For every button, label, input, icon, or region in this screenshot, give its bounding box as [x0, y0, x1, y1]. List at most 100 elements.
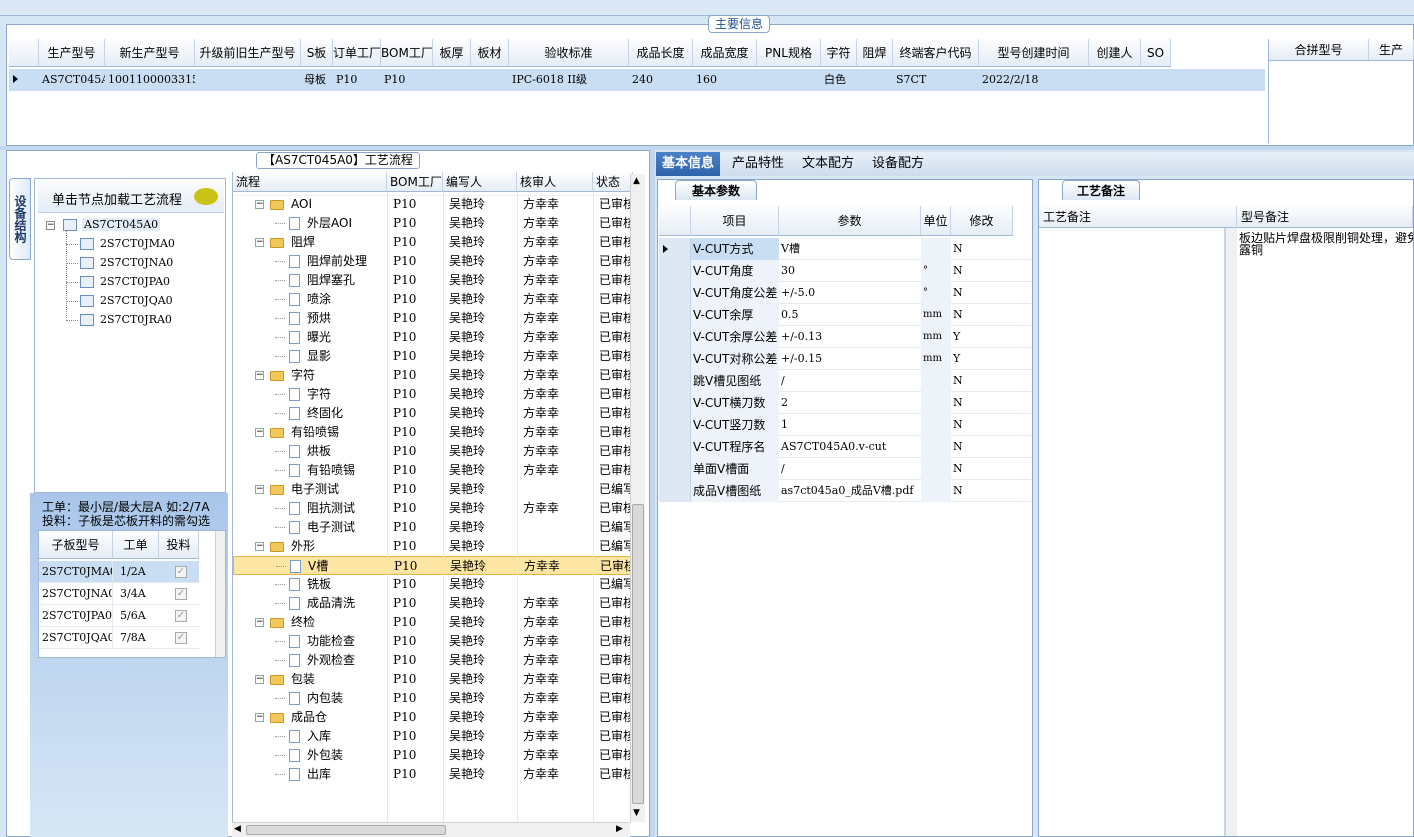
- tab-equipment-recipe[interactable]: 设备配方: [866, 152, 930, 176]
- sub-row[interactable]: 2S7CT0JPA0 5/6A ✓: [39, 605, 199, 627]
- flow-row[interactable]: − AOI P10 吴艳玲 方幸幸 已审核: [233, 195, 633, 214]
- main-cell[interactable]: [471, 69, 509, 91]
- param-row[interactable]: V-CUT方式 V槽 N: [659, 238, 1031, 260]
- basic-params-title[interactable]: 基本参数: [675, 180, 757, 200]
- param-modify[interactable]: N: [951, 282, 1013, 304]
- flow-row[interactable]: 有铅喷锡 P10 吴艳玲 方幸幸 已审核: [233, 461, 633, 480]
- param-col-header[interactable]: 单位: [921, 206, 951, 236]
- main-col-header[interactable]: 字符: [821, 39, 857, 67]
- flow-col-header[interactable]: 核审人: [517, 172, 593, 192]
- splitter-horizontal[interactable]: [0, 146, 1414, 150]
- expand-icon[interactable]: −: [255, 618, 264, 627]
- hscroll-thumb[interactable]: [246, 825, 446, 835]
- sub-row[interactable]: 2S7CT0JQA0 7/8A ✓: [39, 627, 199, 649]
- scroll-left-icon[interactable]: ◀: [234, 824, 241, 834]
- flow-col-header[interactable]: 状态: [593, 172, 633, 192]
- tab-basic-info[interactable]: 基本信息: [656, 152, 721, 176]
- tree-child-node[interactable]: 2S7CT0JNA0: [66, 255, 216, 273]
- flow-row[interactable]: 功能检查 P10 吴艳玲 方幸幸 已审核: [233, 632, 633, 651]
- param-value[interactable]: /: [779, 370, 921, 392]
- param-value[interactable]: +/-5.0: [779, 282, 921, 304]
- sub-cell-model[interactable]: 2S7CT0JPA0: [39, 605, 113, 627]
- param-value[interactable]: 1: [779, 414, 921, 436]
- flow-row[interactable]: 预烘 P10 吴艳玲 方幸幸 已审核: [233, 309, 633, 328]
- flow-row[interactable]: 阻焊塞孔 P10 吴艳玲 方幸幸 已审核: [233, 271, 633, 290]
- flow-col-header[interactable]: 编写人: [443, 172, 517, 192]
- main-col-header[interactable]: 板厚: [433, 39, 471, 67]
- scroll-thumb[interactable]: [632, 504, 644, 804]
- main-cell[interactable]: S7CT: [893, 69, 979, 91]
- flow-row[interactable]: − 包装 P10 吴艳玲 方幸幸 已审核: [233, 670, 633, 689]
- param-row[interactable]: 成品V槽图纸 as7ct045a0_成品V槽.pdf N: [659, 480, 1031, 502]
- param-row[interactable]: V-CUT余厚公差 +/-0.13 mm Y: [659, 326, 1031, 348]
- checkbox-checked-icon[interactable]: ✓: [175, 588, 187, 600]
- sub-cell-order[interactable]: 7/8A: [117, 627, 161, 649]
- sub-col-header[interactable]: 工单: [113, 531, 159, 559]
- param-value[interactable]: /: [779, 458, 921, 480]
- process-note-area[interactable]: [1039, 228, 1225, 836]
- param-row[interactable]: 跳V槽见图纸 / N: [659, 370, 1031, 392]
- checkbox-checked-icon[interactable]: ✓: [175, 566, 187, 578]
- tree-child-node[interactable]: 2S7CT0JRA0: [66, 312, 216, 330]
- main-col-header[interactable]: BOM工厂: [381, 39, 433, 67]
- tree-child-node[interactable]: 2S7CT0JQA0: [66, 293, 216, 311]
- sub-cell-model[interactable]: 2S7CT0JQA0: [39, 627, 113, 649]
- checkbox-checked-icon[interactable]: ✓: [175, 610, 187, 622]
- param-modify[interactable]: N: [951, 480, 1013, 502]
- sub-cell-model[interactable]: 2S7CT0JMA0: [39, 561, 113, 583]
- flow-row[interactable]: − 外形 P10 吴艳玲 已编写: [233, 537, 633, 556]
- scroll-down-icon[interactable]: ▼: [633, 808, 640, 818]
- expand-icon[interactable]: −: [255, 542, 264, 551]
- param-value[interactable]: 30: [779, 260, 921, 282]
- param-row[interactable]: V-CUT对称公差 +/-0.15 mm Y: [659, 348, 1031, 370]
- main-cell[interactable]: [433, 69, 471, 91]
- tab-product-features[interactable]: 产品特性: [726, 152, 790, 176]
- flow-row[interactable]: 入库 P10 吴艳玲 方幸幸 已审核: [233, 727, 633, 746]
- flow-row[interactable]: − 电子测试 P10 吴艳玲 已编写: [233, 480, 633, 499]
- main-cell[interactable]: 母板: [301, 69, 333, 91]
- col-process-note[interactable]: 工艺备注: [1039, 206, 1237, 228]
- param-col-header[interactable]: 修改: [951, 206, 1013, 236]
- param-row[interactable]: V-CUT余厚 0.5 mm N: [659, 304, 1031, 326]
- flow-row[interactable]: 字符 P10 吴艳玲 方幸幸 已审核: [233, 385, 633, 404]
- main-col-header[interactable]: 新生产型号: [105, 39, 195, 67]
- flow-scrollbar[interactable]: ▲ ▼: [630, 174, 645, 822]
- flow-row[interactable]: 显影 P10 吴艳玲 方幸幸 已审核: [233, 347, 633, 366]
- param-row[interactable]: V-CUT角度 30 ° N: [659, 260, 1031, 282]
- param-row[interactable]: V-CUT竖刀数 1 N: [659, 414, 1031, 436]
- param-value[interactable]: as7ct045a0_成品V槽.pdf: [779, 480, 921, 502]
- side-tab-structure[interactable]: 设备结构: [9, 178, 31, 260]
- model-note-area[interactable]: 板边贴片焊盘极限削铜处理，避免 露铜: [1239, 232, 1413, 256]
- main-cell[interactable]: 240: [629, 69, 693, 91]
- flow-row[interactable]: 外层AOI P10 吴艳玲 方幸幸 已审核: [233, 214, 633, 233]
- sub-cell-order[interactable]: 5/6A: [117, 605, 161, 627]
- main-col-header[interactable]: 板材: [471, 39, 509, 67]
- main-col-header[interactable]: SO: [1141, 39, 1171, 67]
- param-modify[interactable]: N: [951, 370, 1013, 392]
- main-cell[interactable]: AS7CT045A0: [39, 69, 105, 91]
- sub-cell-order[interactable]: 3/4A: [117, 583, 161, 605]
- flow-row[interactable]: 成品清洗 P10 吴艳玲 方幸幸 已审核: [233, 594, 633, 613]
- flow-row[interactable]: − 成品仓 P10 吴艳玲 方幸幸 已审核: [233, 708, 633, 727]
- sub-row[interactable]: 2S7CT0JNA0 3/4A ✓: [39, 583, 199, 605]
- main-col-header[interactable]: 生产型号: [39, 39, 105, 67]
- param-row[interactable]: 单面V槽面 / N: [659, 458, 1031, 480]
- sub-col-header[interactable]: 子板型号: [39, 531, 113, 559]
- main-cell[interactable]: [757, 69, 821, 91]
- main-col-header[interactable]: 成品宽度: [693, 39, 757, 67]
- main-col-header[interactable]: PNL规格: [757, 39, 821, 67]
- param-col-header[interactable]: 项目: [691, 206, 779, 236]
- expand-icon[interactable]: −: [255, 485, 264, 494]
- param-value[interactable]: AS7CT045A0.v-cut: [779, 436, 921, 458]
- param-value[interactable]: 2: [779, 392, 921, 414]
- main-cell[interactable]: [195, 69, 301, 91]
- main-col-header[interactable]: 型号创建时间: [979, 39, 1089, 67]
- main-col-header[interactable]: 成品长度: [629, 39, 693, 67]
- scroll-right-icon[interactable]: ▶: [616, 824, 623, 834]
- main-cell[interactable]: [1089, 69, 1141, 91]
- param-modify[interactable]: N: [951, 238, 1013, 260]
- flow-row[interactable]: 电子测试 P10 吴艳玲 已编写: [233, 518, 633, 537]
- flow-row[interactable]: 阻抗测试 P10 吴艳玲 方幸幸 已审核: [233, 499, 633, 518]
- checkbox-checked-icon[interactable]: ✓: [175, 632, 187, 644]
- param-modify[interactable]: N: [951, 304, 1013, 326]
